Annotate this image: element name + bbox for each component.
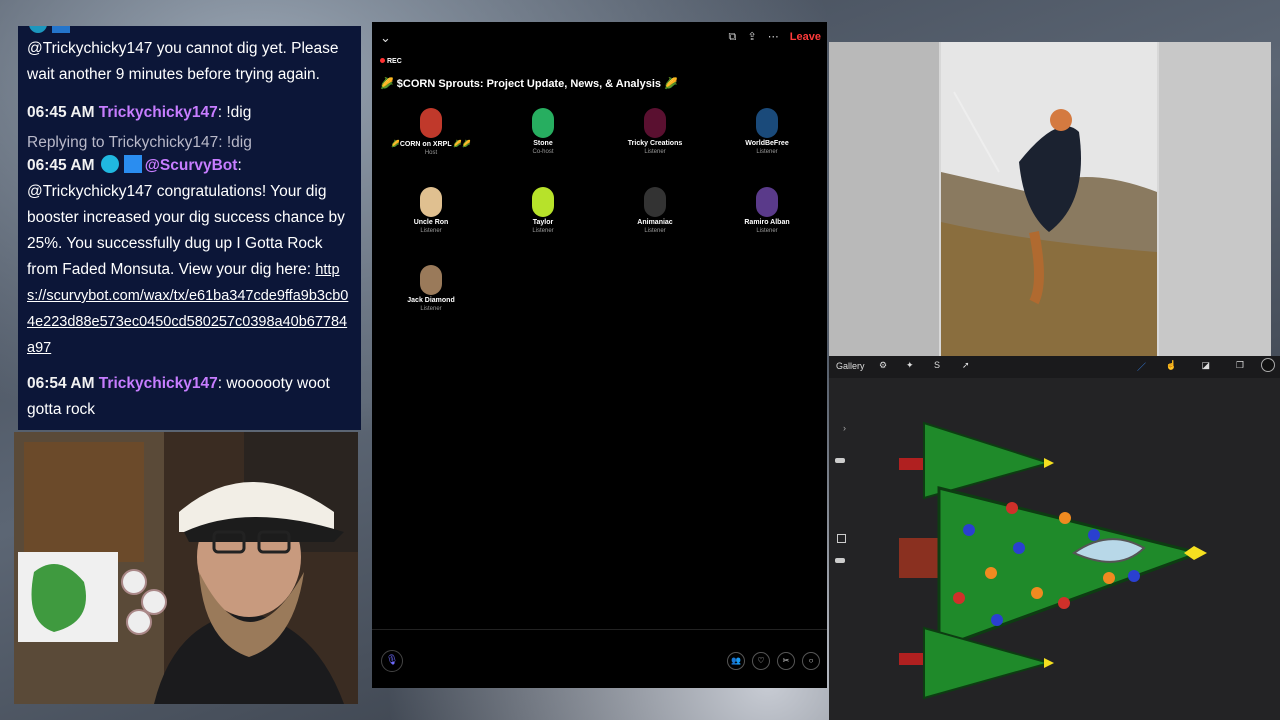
participant-role: Listener (420, 306, 442, 312)
magic-wand-icon[interactable]: ✦ (906, 360, 914, 371)
chat-message: 06:54 AM Trickychicky147: woooooty woot … (27, 371, 353, 423)
brush-icon[interactable]: ／ (1137, 360, 1146, 373)
participant-card[interactable]: Jack Diamond Listener (376, 265, 486, 312)
participant-role: Listener (644, 149, 666, 155)
participant-card[interactable]: Animaniac Listener (600, 187, 710, 234)
participant-card[interactable]: Uncle Ron Listener (376, 187, 486, 234)
chat-panel: @Trickychicky147 you cannot dig yet. Ple… (18, 26, 361, 430)
spaces-topbar: ⌄ ⧉ ⇪ ⋯ Leave (372, 30, 827, 48)
avatar (756, 187, 778, 217)
chat-message: 06:45 AM @ScurvyBot: @Trickychicky147 co… (27, 155, 349, 356)
participant-name: Animaniac (637, 219, 673, 226)
selection-icon[interactable]: S (934, 360, 940, 370)
drawing-canvas[interactable]: › (829, 378, 1280, 720)
sword-badge-icon (123, 155, 142, 173)
participant-role: Co-host (532, 149, 554, 155)
reply-indicator: Replying to Trickychicky147: !dig (27, 134, 252, 151)
spaces-toolbar: ⧉ ⇪ ⋯ Leave (721, 30, 821, 44)
share-icon[interactable]: ⇪ (747, 31, 756, 43)
rec-badge: REC (380, 58, 402, 65)
drawing-toolbar: Gallery ⚙ ✦ S ➚ ／ ☝ ◪ ❐ (829, 356, 1280, 378)
rec-dot-icon (380, 58, 385, 63)
bot-icon (100, 155, 119, 173)
more-icon[interactable]: ⋯ (768, 31, 779, 43)
avatar (420, 187, 442, 217)
color-picker-icon[interactable] (1261, 358, 1275, 372)
chat-time: 06:54 AM (27, 375, 95, 392)
avatar (420, 108, 442, 138)
participant-name: Uncle Ron (413, 219, 449, 226)
participant-name: Jack Diamond (407, 297, 455, 304)
react-icon[interactable]: ♡ (752, 652, 770, 670)
avatar (532, 108, 554, 138)
participant-card[interactable]: WorldBeFree Listener (712, 108, 822, 155)
chat-time: 06:45 AM (27, 157, 95, 174)
participant-card[interactable]: Ramiro Alban Listener (712, 187, 822, 234)
copy-icon[interactable]: ⧉ (729, 31, 737, 43)
video-feed (829, 42, 1271, 356)
avatar (644, 187, 666, 217)
webcam-feed (14, 432, 358, 704)
participant-role: Listener (420, 228, 442, 234)
participant-name: Ramiro Alban (744, 219, 790, 226)
avatar (532, 187, 554, 217)
participant-card[interactable]: Tricky Creations Listener (600, 108, 710, 155)
chat-text: : !dig (217, 104, 252, 121)
gallery-button[interactable]: Gallery (836, 361, 865, 371)
avatar (644, 108, 666, 138)
chat-bubble-icon[interactable]: ○ (802, 652, 820, 670)
drawing-app: Gallery ⚙ ✦ S ➚ ／ ☝ ◪ ❐ › (829, 356, 1280, 720)
spaces-panel: ⌄ ⧉ ⇪ ⋯ Leave REC 🌽 $CORN Sprouts: Proje… (372, 22, 827, 688)
avatar (420, 265, 442, 295)
participant-role: Host (424, 150, 438, 156)
eraser-icon[interactable]: ◪ (1201, 360, 1210, 371)
participant-card[interactable]: 🌽CORN on XRPL 🌽🌽 Host (376, 108, 486, 156)
participant-role: Listener (756, 228, 778, 234)
spaces-bottombar: 🎙 👥 ♡ ✂ ○ (372, 629, 827, 688)
participant-name: 🌽CORN on XRPL 🌽🌽 (391, 141, 471, 148)
participant-name: Taylor (532, 219, 554, 226)
microphone-icon[interactable]: 🎙 (381, 650, 403, 672)
chat-message-partial: @Trickychicky147 you cannot dig yet. Ple… (27, 40, 339, 83)
participant-name: WorldBeFree (745, 140, 789, 147)
chat-username[interactable]: Trickychicky147 (99, 375, 218, 392)
chat-text: @Trickychicky147 congratulations! Your d… (27, 183, 345, 278)
participant-name: Tricky Creations (627, 140, 683, 147)
people-icon[interactable]: 👥 (727, 652, 745, 670)
leave-button[interactable]: Leave (790, 31, 821, 43)
wrench-icon[interactable]: ⚙ (879, 360, 887, 371)
collapse-chevron-icon[interactable]: ⌄ (380, 30, 391, 46)
participant-role: Listener (756, 149, 778, 155)
chat-message: 06:45 AM Trickychicky147: !dig (27, 100, 353, 126)
clip-icon[interactable]: ✂ (777, 652, 795, 670)
participant-card[interactable]: Taylor Listener (488, 187, 598, 234)
space-title: 🌽 $CORN Sprouts: Project Update, News, &… (380, 78, 678, 90)
smudge-icon[interactable]: ☝ (1166, 360, 1177, 371)
chat-time: 06:45 AM (27, 104, 95, 121)
transform-icon[interactable]: ➚ (962, 360, 970, 371)
participant-role: Listener (644, 228, 666, 234)
participant-role: Listener (532, 228, 554, 234)
christmas-tree-ship-drawing (899, 421, 1207, 700)
layers-icon[interactable]: ❐ (1236, 360, 1244, 371)
participant-card[interactable]: Stone Co-host (488, 108, 598, 155)
avatar (756, 108, 778, 138)
participant-name: Stone (533, 140, 553, 147)
chat-username[interactable]: Trickychicky147 (99, 104, 218, 121)
chat-username[interactable]: @ScurvyBot (145, 157, 238, 174)
